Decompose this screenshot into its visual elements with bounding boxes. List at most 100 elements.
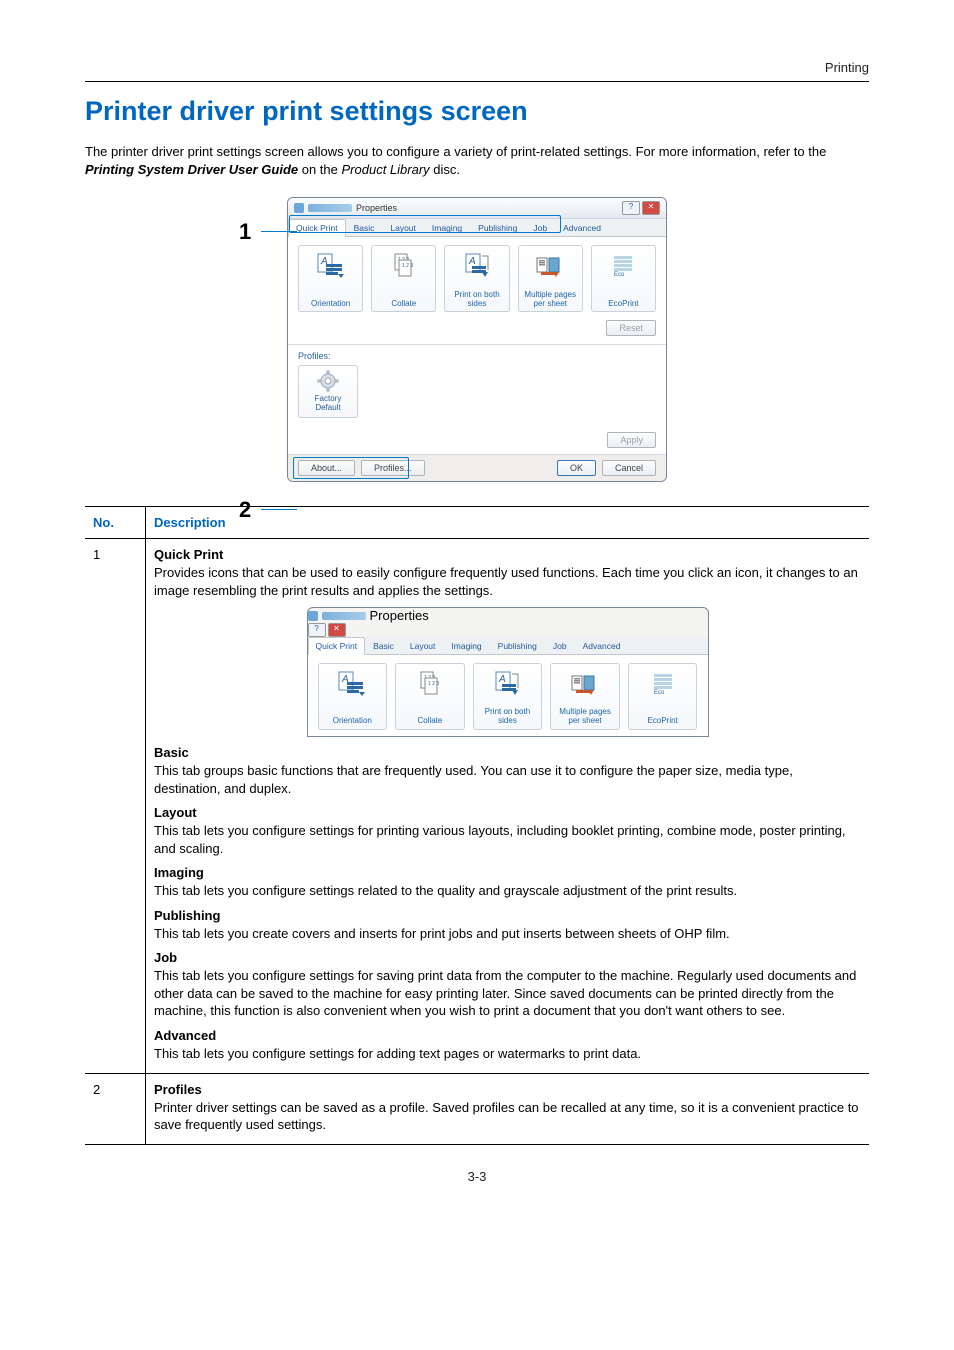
orientation-label: Orientation [311,300,350,309]
apply-button[interactable]: Apply [607,432,656,448]
multipage-icon [570,670,600,696]
tab-layout[interactable]: Layout [382,219,424,236]
description-table: No. Description 1 Quick Print Provides i… [85,506,869,1145]
printer-name-placeholder [308,204,352,212]
tab-basic[interactable]: Basic [346,219,383,236]
profiles-body: Printer driver settings can be saved as … [154,1099,861,1134]
th-no: No. [85,506,146,538]
factory-default-profile[interactable]: Factory Default [298,365,358,418]
collate-label: Collate [417,717,442,726]
ecoprint-label: EcoPrint [648,717,678,726]
inner-dialog-figure: Properties ? ✕ Quick Print Basic Layout … [307,607,709,737]
layout-head: Layout [154,805,861,820]
ok-button[interactable]: OK [557,460,596,476]
advanced-body: This tab lets you configure settings for… [154,1045,861,1063]
help-icon[interactable]: ? [622,201,640,215]
callout-1: 1 [239,219,251,245]
close-icon[interactable]: ✕ [328,623,346,637]
printer-name-placeholder [322,612,366,620]
collate-icon: 1 2 31 2 3 [389,252,419,278]
orientation-card[interactable]: A Orientation [298,245,363,312]
profiles-label: Profiles: [298,351,656,361]
svg-text:A: A [498,674,506,685]
tab-publishing[interactable]: Publishing [470,219,525,236]
intro-part2: on the [298,162,341,177]
multipage-card[interactable]: Multiple pages per sheet [550,663,620,730]
printer-icon [294,203,304,213]
tab-publishing[interactable]: Publishing [490,637,545,654]
ecoprint-card[interactable]: Eco EcoPrint [628,663,698,730]
row1-desc: Quick Print Provides icons that can be u… [146,538,870,1073]
orientation-card[interactable]: A Orientation [318,663,388,730]
tab-advanced[interactable]: Advanced [575,637,629,654]
close-icon[interactable]: ✕ [642,201,660,215]
tab-job[interactable]: Job [525,219,555,236]
factory-default-label: Factory Default [303,395,353,413]
multipage-icon [535,252,565,278]
publishing-body: This tab lets you create covers and inse… [154,925,861,943]
svg-text:1 2 3: 1 2 3 [402,263,413,269]
intro-ref2: Product Library [342,162,430,177]
inner-quick-print-icons: A Orientation 1 2 31 2 3 Collate A Print… [308,655,708,736]
tab-quick-print[interactable]: Quick Print [288,219,346,237]
duplex-label: Print on both sides [476,708,540,726]
ecoprint-label: EcoPrint [608,300,638,309]
svg-text:Eco: Eco [614,272,625,278]
gear-icon [317,370,339,392]
tab-imaging[interactable]: Imaging [443,637,489,654]
multipage-label: Multiple pages per sheet [553,708,617,726]
page-header: Printing [85,60,869,82]
row1-no: 1 [85,538,146,1073]
imaging-body: This tab lets you configure settings rel… [154,882,861,900]
tab-imaging[interactable]: Imaging [424,219,470,236]
callout-2: 2 [239,497,251,523]
table-row: 2 Profiles Printer driver settings can b… [85,1073,869,1144]
tab-job[interactable]: Job [545,637,575,654]
reset-row: Reset [288,318,666,344]
quick-print-head: Quick Print [154,547,861,562]
about-button[interactable]: About... [298,460,355,476]
page-title: Printer driver print settings screen [85,96,869,127]
collate-icon: 1 2 31 2 3 [415,670,445,696]
duplex-icon: A [492,670,522,696]
svg-text:A: A [468,256,476,267]
profiles-panel: Profiles: Factory Default [288,344,666,428]
multipage-card[interactable]: Multiple pages per sheet [518,245,583,312]
properties-dialog: Properties ? ✕ Quick Print Basic Layout … [287,197,667,482]
reset-button[interactable]: Reset [606,320,656,336]
tab-quick-print[interactable]: Quick Print [308,637,366,655]
duplex-card[interactable]: A Print on both sides [473,663,543,730]
intro-part3: disc. [430,162,460,177]
tab-basic[interactable]: Basic [365,637,402,654]
collate-card[interactable]: 1 2 31 2 3 Collate [395,663,465,730]
dialog-figure: 1 2 Properties ? ✕ Quick Print Bas [287,197,667,482]
quick-print-body: Provides icons that can be used to easil… [154,564,861,599]
layout-body: This tab lets you configure settings for… [154,822,861,857]
cancel-button[interactable]: Cancel [602,460,656,476]
job-head: Job [154,950,861,965]
ecoprint-card[interactable]: Eco EcoPrint [591,245,656,312]
tab-layout[interactable]: Layout [402,637,444,654]
th-desc: Description [146,506,870,538]
svg-text:1 2 3: 1 2 3 [428,681,439,687]
profiles-button[interactable]: Profiles... [361,460,425,476]
duplex-card[interactable]: A Print on both sides [444,245,509,312]
callout-2-line [261,509,297,510]
basic-body: This tab groups basic functions that are… [154,762,861,797]
orientation-icon: A [316,252,346,278]
page-footer: 3-3 [85,1169,869,1184]
orientation-label: Orientation [333,717,372,726]
tab-advanced[interactable]: Advanced [555,219,609,236]
table-row: 1 Quick Print Provides icons that can be… [85,538,869,1073]
dialog-bottom-strip: About... Profiles... OK Cancel [288,454,666,481]
help-icon[interactable]: ? [308,623,326,637]
advanced-head: Advanced [154,1028,861,1043]
dialog-titlebar: Properties ? ✕ [288,198,666,219]
collate-label: Collate [391,300,416,309]
duplex-icon: A [462,252,492,278]
collate-card[interactable]: 1 2 31 2 3 Collate [371,245,436,312]
intro-paragraph: The printer driver print settings screen… [85,143,869,179]
printer-icon [308,611,318,621]
inner-tabs-row: Quick Print Basic Layout Imaging Publish… [308,637,708,655]
quick-print-icons: A Orientation 1 2 31 2 3 Collate A Print… [288,237,666,318]
